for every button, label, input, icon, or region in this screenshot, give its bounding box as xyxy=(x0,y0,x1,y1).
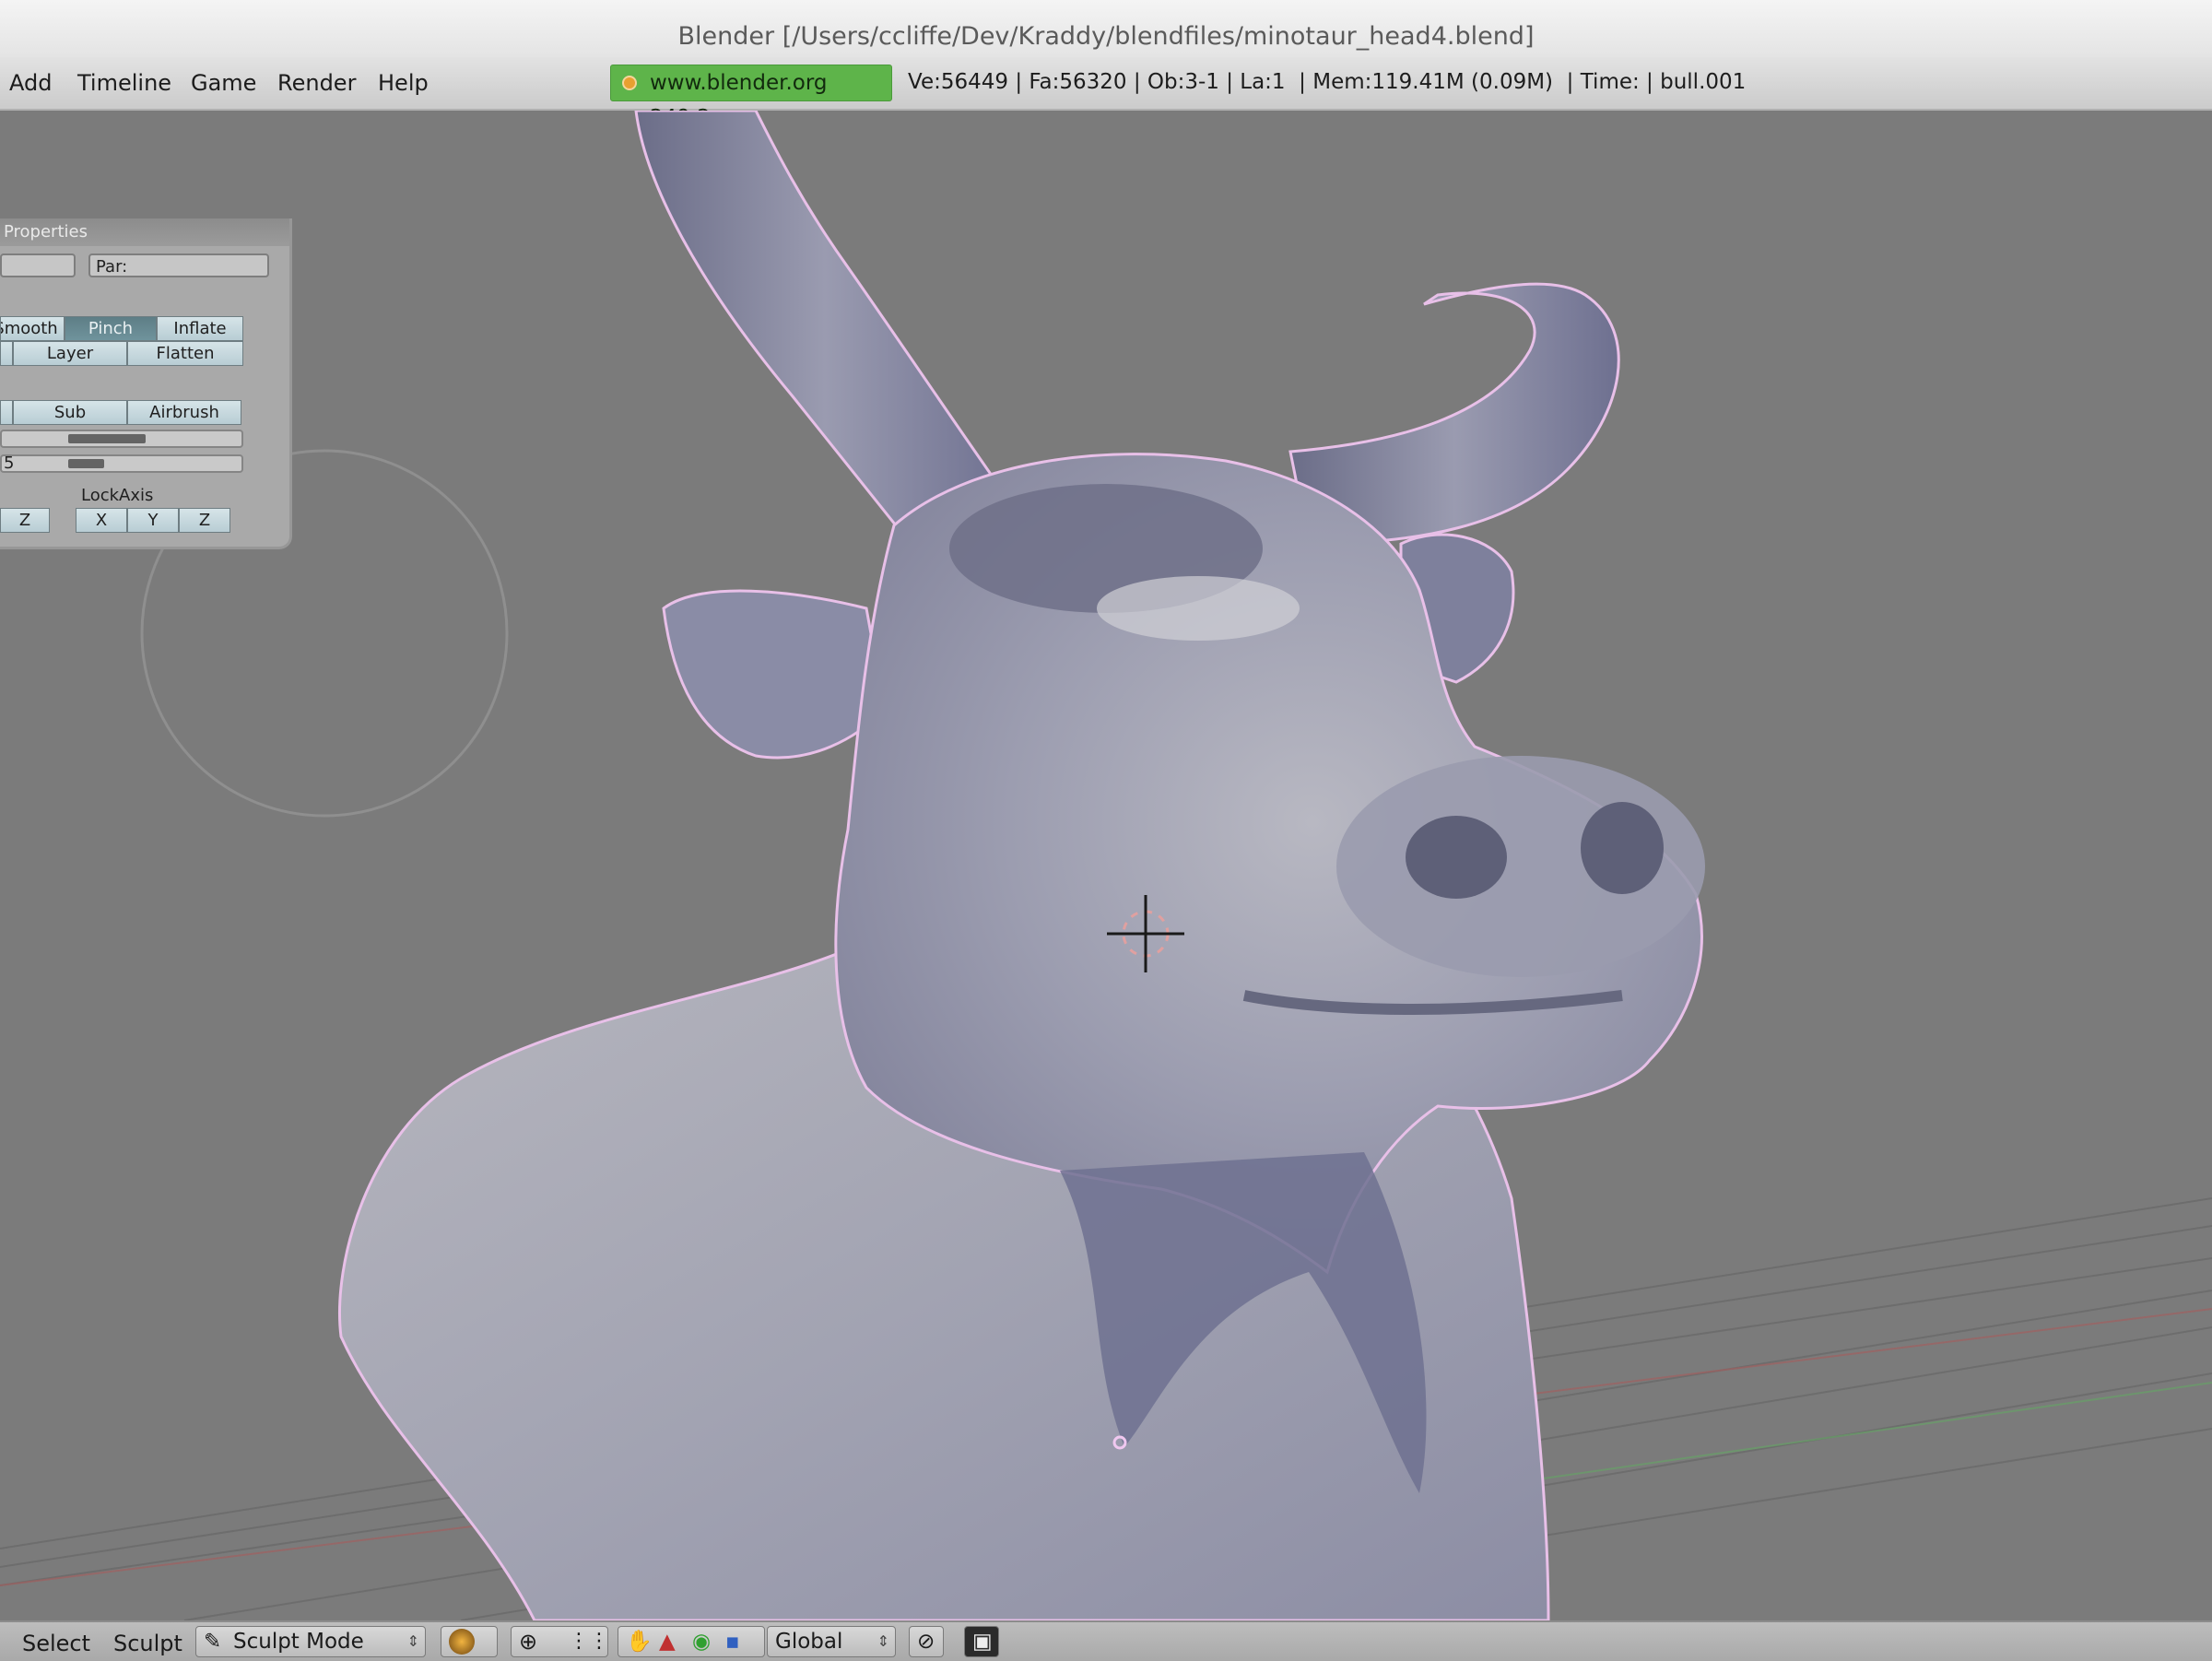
render-view-button[interactable]: ▣ xyxy=(964,1626,999,1657)
lock-layers-button[interactable]: ⊘ xyxy=(909,1626,944,1657)
blender-logo-icon xyxy=(622,76,637,90)
blender-org-link[interactable]: www.blender.org 249.2 xyxy=(610,65,892,130)
unnamed-field[interactable] xyxy=(0,253,76,277)
add-mode-button-partial[interactable] xyxy=(0,400,13,425)
left-nostril xyxy=(1406,816,1507,899)
menu-help[interactable]: Help xyxy=(378,70,429,96)
strength-slider-knob[interactable] xyxy=(68,459,104,468)
size-slider-knob[interactable] xyxy=(68,434,146,443)
right-nostril xyxy=(1581,802,1664,894)
menu-render[interactable]: Render xyxy=(277,70,356,96)
par-field[interactable]: Par: xyxy=(88,253,269,277)
left-horn xyxy=(634,111,1017,536)
lock-axis-y-button[interactable]: Y xyxy=(127,508,179,533)
sub-mode-button[interactable]: Sub xyxy=(13,400,127,425)
left-axis-z-button[interactable]: Z xyxy=(0,508,50,533)
menu-timeline[interactable]: Timeline xyxy=(77,70,171,96)
flatten-brush-button[interactable]: Flatten xyxy=(127,341,243,366)
pivot-icon: ⊕ xyxy=(519,1629,538,1655)
info-header: Add Timeline Game Render Help www.blende… xyxy=(0,57,2212,130)
left-ear xyxy=(662,589,887,760)
window-title-bar: Blender [/Users/ccliffe/Dev/Kraddy/blend… xyxy=(0,0,2212,57)
brush-button-partial[interactable] xyxy=(0,341,13,366)
menu-game[interactable]: Game xyxy=(191,70,256,96)
draw-type-select[interactable] xyxy=(441,1626,498,1657)
window-title: Blender [/Users/ccliffe/Dev/Kraddy/blend… xyxy=(677,22,1535,51)
panel-header[interactable]: Properties xyxy=(0,218,289,246)
3d-viewport[interactable]: Properties Par: Smooth Pinch Inflate Lay… xyxy=(0,111,2212,1620)
orientation-select[interactable]: Global ⇕ xyxy=(767,1626,896,1657)
brush-icon: ✎ xyxy=(204,1630,222,1654)
orientation-select-arrows-icon: ⇕ xyxy=(877,1632,889,1650)
translate-icon: ▲ xyxy=(659,1630,676,1654)
3d-view-header: Select Sculpt ✎ Sculpt Mode ⇕ ⊕ ⋮⋮ ✋ ▲ ◉… xyxy=(0,1620,2212,1661)
scale-icon: ▪ xyxy=(725,1630,740,1654)
manipulator-hand-icon: ✋ xyxy=(626,1630,653,1654)
pinch-brush-button[interactable]: Pinch xyxy=(65,316,157,341)
manipulator-controls[interactable]: ✋ ▲ ◉ ▪ xyxy=(618,1626,765,1657)
lock-axis-x-button[interactable]: X xyxy=(76,508,127,533)
orientation-select-value: Global xyxy=(775,1630,843,1654)
airbrush-toggle-button[interactable]: Airbrush xyxy=(127,400,241,425)
render-view-icon: ▣ xyxy=(972,1630,993,1654)
brush-strength-slider[interactable]: 5 xyxy=(0,454,243,473)
lock-axis-label: LockAxis xyxy=(81,486,154,505)
panel-title: Properties xyxy=(4,222,88,241)
inflate-brush-button[interactable]: Inflate xyxy=(157,316,243,341)
menu-add[interactable]: Add xyxy=(9,70,52,96)
layer-brush-button[interactable]: Layer xyxy=(13,341,127,366)
lock-axis-z-button[interactable]: Z xyxy=(179,508,230,533)
mode-select-arrows-icon: ⇕ xyxy=(406,1632,419,1650)
sculpt-scene xyxy=(0,111,2212,1620)
brush-size-slider[interactable] xyxy=(0,430,243,448)
menu-sculpt[interactable]: Sculpt xyxy=(113,1631,182,1656)
scene-stats: Ve:56449 | Fa:56320 | Ob:3-1 | La:1 | Me… xyxy=(908,70,1747,94)
mode-select-value: Sculpt Mode xyxy=(233,1630,364,1654)
snap-grid-icon: ⋮⋮ xyxy=(569,1630,609,1653)
rotate-icon: ◉ xyxy=(692,1630,712,1654)
pivot-snap-controls[interactable]: ⊕ ⋮⋮ xyxy=(511,1626,609,1657)
strength-value: 5 xyxy=(4,454,15,473)
brow-highlight xyxy=(1097,576,1300,641)
shading-sphere-icon xyxy=(449,1629,475,1655)
sculpt-properties-panel: Properties Par: Smooth Pinch Inflate Lay… xyxy=(0,218,292,549)
mode-select[interactable]: ✎ Sculpt Mode ⇕ xyxy=(195,1626,426,1657)
lock-layers-icon: ⊘ xyxy=(917,1630,935,1654)
smooth-brush-button[interactable]: Smooth xyxy=(0,316,65,341)
menu-select[interactable]: Select xyxy=(22,1631,90,1656)
